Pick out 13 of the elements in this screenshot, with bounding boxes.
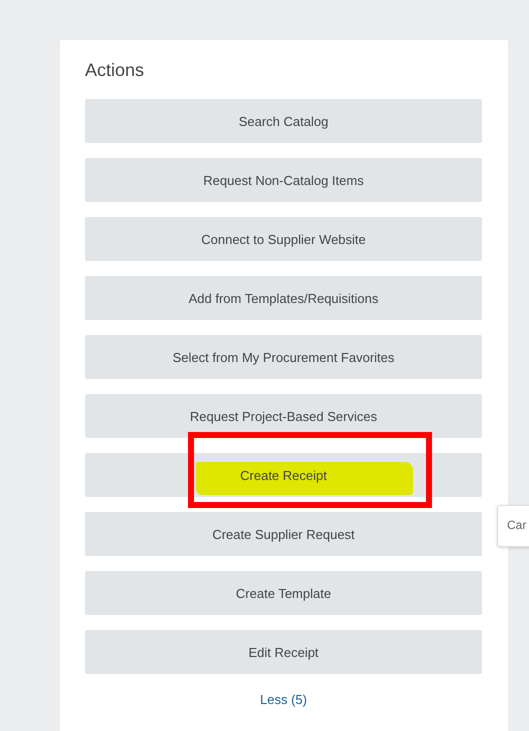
action-button[interactable]: Add from Templates/Requisitions: [85, 276, 482, 320]
action-button[interactable]: Request Non-Catalog Items: [85, 158, 482, 202]
action-button[interactable]: Select from My Procurement Favorites: [85, 335, 482, 379]
action-button[interactable]: Create Template: [85, 571, 482, 615]
action-button[interactable]: Search Catalog: [85, 99, 482, 143]
action-button[interactable]: Create Supplier Request: [85, 512, 482, 556]
panel-title: Actions: [85, 60, 144, 81]
action-button[interactable]: Connect to Supplier Website: [85, 217, 482, 261]
less-link[interactable]: Less (5): [260, 692, 307, 707]
action-button[interactable]: Edit Receipt: [85, 630, 482, 674]
tooltip: Car: [497, 505, 529, 547]
action-button[interactable]: Create Receipt: [85, 453, 482, 497]
action-button[interactable]: Request Project-Based Services: [85, 394, 482, 438]
